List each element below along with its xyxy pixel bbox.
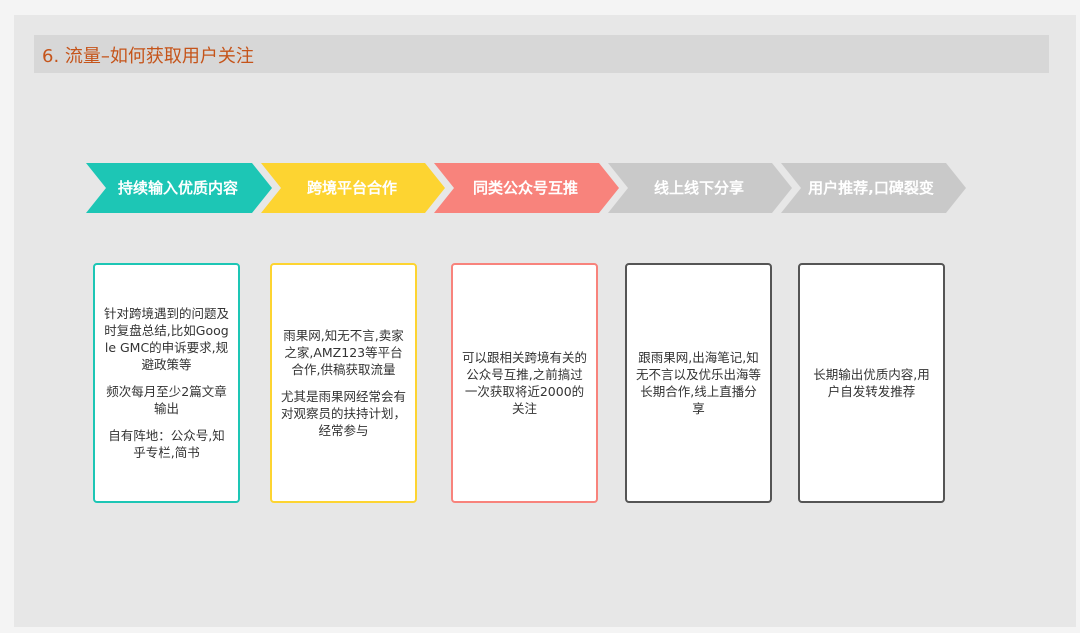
- card-paragraph: 跟雨果网,出海笔记,知无不言以及优乐出海等长期合作,线上直播分享: [635, 350, 761, 416]
- card-account-promotion: 可以跟相关跨境有关的公众号互推,之前搞过一次获取将近2000的关注: [451, 263, 598, 503]
- card-paragraph: 尤其是雨果网经常会有对观察员的扶持计划，经常参与: [280, 389, 406, 438]
- step-label-4: 线上线下分享: [653, 178, 744, 197]
- card-paragraph: 自有阵地：公众号,知乎专栏,简书: [108, 428, 225, 460]
- card-content-input: 针对跨境遇到的问题及时复盘总结,比如Google GMC的申诉要求,规避政策等 …: [93, 263, 240, 503]
- card-paragraph: 针对跨境遇到的问题及时复盘总结,比如Google GMC的申诉要求,规避政策等: [103, 306, 229, 372]
- step-label-3: 同类公众号互推: [472, 178, 578, 197]
- slide: 6. 流量–如何获取用户关注 持续输入优质内容 跨境平台合作 同类公众号互推 线…: [14, 15, 1076, 627]
- card-platform-cooperation: 雨果网,知无不言,卖家之家,AMZ123等平台合作,供稿获取流量 尤其是雨果网经…: [270, 263, 417, 503]
- step-label-5: 用户推荐,口碑裂变: [808, 178, 934, 197]
- step-label-2: 跨境平台合作: [306, 178, 397, 197]
- card-online-offline-sharing: 跟雨果网,出海笔记,知无不言以及优乐出海等长期合作,线上直播分享: [625, 263, 772, 503]
- card-paragraph: 雨果网,知无不言,卖家之家,AMZ123等平台合作,供稿获取流量: [283, 328, 404, 377]
- step-label-1: 持续输入优质内容: [117, 178, 238, 197]
- card-paragraph: 长期输出优质内容,用户自发转发推荐: [813, 367, 930, 399]
- card-user-referral: 长期输出优质内容,用户自发转发推荐: [798, 263, 945, 503]
- card-paragraph: 可以跟相关跨境有关的公众号互推,之前搞过一次获取将近2000的关注: [461, 350, 587, 416]
- card-paragraph: 频次每月至少2篇文章输出: [106, 384, 227, 416]
